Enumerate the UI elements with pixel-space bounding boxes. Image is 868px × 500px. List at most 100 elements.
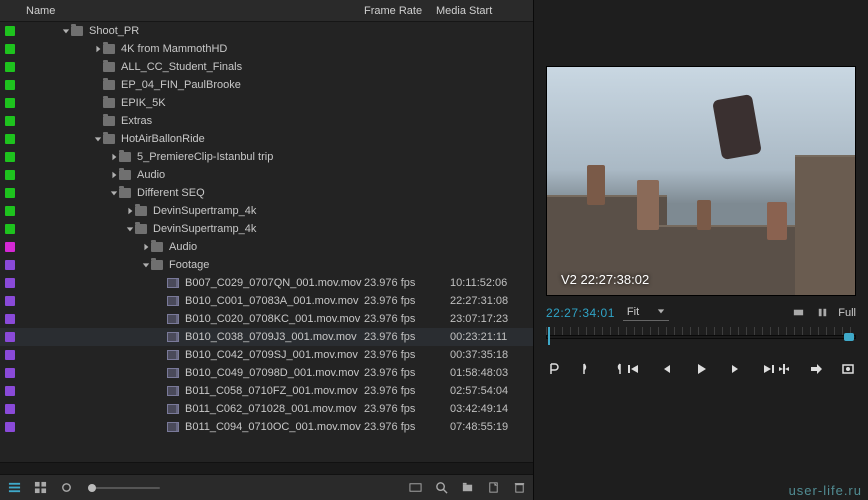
insert-button[interactable] — [776, 361, 792, 377]
search-icon[interactable] — [433, 480, 449, 496]
label-color-chip[interactable] — [5, 26, 15, 36]
clip-row[interactable]: B010_C020_0708KC_001.mov.mov23.976 fps23… — [0, 310, 533, 328]
clip-row[interactable]: B010_C042_0709SJ_001.mov.mov23.976 fps00… — [0, 346, 533, 364]
column-header-mediastart[interactable]: Media Start — [436, 5, 516, 17]
play-button[interactable] — [693, 361, 709, 377]
disclosure-arrow-icon[interactable] — [109, 152, 119, 162]
bin-row[interactable]: Extras — [0, 112, 533, 130]
label-color-chip[interactable] — [5, 386, 15, 396]
bin-row[interactable]: 4K from MammothHD — [0, 40, 533, 58]
label-color-chip[interactable] — [5, 188, 15, 198]
playback-resolution[interactable]: Full — [838, 307, 856, 319]
label-color-chip[interactable] — [5, 422, 15, 432]
label-color-chip[interactable] — [5, 350, 15, 360]
settings-icon[interactable] — [790, 305, 806, 321]
clip-row[interactable]: B011_C058_0710FZ_001.mov.mov23.976 fps02… — [0, 382, 533, 400]
mini-timeline[interactable] — [546, 327, 856, 349]
out-point-icon[interactable] — [844, 333, 854, 341]
label-color-chip[interactable] — [5, 206, 15, 216]
zoom-slider[interactable] — [88, 487, 160, 489]
disclosure-arrow-icon[interactable] — [93, 134, 103, 144]
clip-row[interactable]: B011_C062_071028_001.mov.mov23.976 fps03… — [0, 400, 533, 418]
bin-row[interactable]: 5_PremiereClip-Istanbul trip — [0, 148, 533, 166]
bin-row[interactable]: Shoot_PR — [0, 22, 533, 40]
label-color-chip[interactable] — [5, 224, 15, 234]
disclosure-placeholder — [157, 368, 167, 378]
disclosure-placeholder — [157, 350, 167, 360]
clip-icon — [167, 368, 179, 378]
label-color-chip[interactable] — [5, 152, 15, 162]
output-icon[interactable] — [814, 305, 830, 321]
new-item-icon[interactable] — [485, 480, 501, 496]
clip-row[interactable]: B007_C029_0707QN_001.mov.mov23.976 fps10… — [0, 274, 533, 292]
label-color-chip[interactable] — [5, 332, 15, 342]
bin-row[interactable]: Audio — [0, 166, 533, 184]
bin-row[interactable]: Footage — [0, 256, 533, 274]
horizontal-scrollbar[interactable] — [0, 462, 533, 474]
label-color-chip[interactable] — [5, 278, 15, 288]
column-header-name[interactable]: Name — [26, 5, 364, 17]
row-label: Shoot_PR — [89, 25, 139, 37]
export-frame-button[interactable] — [840, 361, 856, 377]
playhead-timecode[interactable]: 22:27:34:01 — [546, 306, 615, 320]
label-color-chip[interactable] — [5, 80, 15, 90]
disclosure-arrow-icon[interactable] — [109, 170, 119, 180]
playhead-icon[interactable] — [548, 327, 550, 345]
delete-icon[interactable] — [511, 480, 527, 496]
column-header-framerate[interactable]: Frame Rate — [364, 5, 436, 17]
bin-row[interactable]: ALL_CC_Student_Finals — [0, 58, 533, 76]
label-color-chip[interactable] — [5, 116, 15, 126]
row-mediastart: 22:27:31:08 — [450, 295, 508, 307]
disclosure-placeholder — [157, 278, 167, 288]
row-label: Audio — [137, 169, 165, 181]
label-color-chip[interactable] — [5, 404, 15, 414]
go-to-in-button[interactable] — [625, 361, 641, 377]
clip-row[interactable]: B010_C038_0709J3_001.mov.mov23.976 fps00… — [0, 328, 533, 346]
disclosure-arrow-icon[interactable] — [93, 44, 103, 54]
clip-row[interactable]: B010_C001_07083A_001.mov.mov23.976 fps22… — [0, 292, 533, 310]
mark-out-icon[interactable] — [610, 361, 626, 377]
row-label: B010_C020_0708KC_001.mov.mov — [185, 313, 360, 325]
label-color-chip[interactable] — [5, 260, 15, 270]
label-color-chip[interactable] — [5, 62, 15, 72]
disclosure-arrow-icon[interactable] — [61, 26, 71, 36]
disclosure-arrow-icon[interactable] — [141, 242, 151, 252]
bin-row[interactable]: EPIK_5K — [0, 94, 533, 112]
row-label: B010_C038_0709J3_001.mov.mov — [185, 331, 357, 343]
step-forward-button[interactable] — [727, 361, 743, 377]
label-color-chip[interactable] — [5, 296, 15, 306]
clip-row[interactable]: B011_C094_0710OC_001.mov.mov23.976 fps07… — [0, 418, 533, 436]
label-color-chip[interactable] — [5, 242, 15, 252]
zoom-fit-dropdown[interactable]: Fit — [623, 304, 669, 321]
bin-row[interactable]: EP_04_FIN_PaulBrooke — [0, 76, 533, 94]
overwrite-button[interactable] — [808, 361, 824, 377]
mark-in-button[interactable] — [546, 361, 562, 377]
project-tree[interactable]: Shoot_PR 4K from MammothHDALL_CC_Student_… — [0, 22, 533, 462]
label-color-chip[interactable] — [5, 314, 15, 324]
automate-to-sequence-icon[interactable] — [407, 480, 423, 496]
freeform-view-icon[interactable] — [58, 480, 74, 496]
disclosure-arrow-icon[interactable] — [125, 206, 135, 216]
label-color-chip[interactable] — [5, 368, 15, 378]
icon-view-icon[interactable] — [32, 480, 48, 496]
label-color-chip[interactable] — [5, 170, 15, 180]
mark-in-icon[interactable] — [578, 361, 594, 377]
list-view-icon[interactable] — [6, 480, 22, 496]
bin-row[interactable]: DevinSupertramp_4k — [0, 202, 533, 220]
step-back-button[interactable] — [659, 361, 675, 377]
preview-viewport[interactable]: V2 22:27:38:02 — [546, 66, 856, 296]
go-to-out-button[interactable] — [761, 361, 777, 377]
disclosure-arrow-icon[interactable] — [141, 260, 151, 270]
label-color-chip[interactable] — [5, 44, 15, 54]
bin-row[interactable]: DevinSupertramp_4k — [0, 220, 533, 238]
bin-row[interactable]: HotAirBallonRide — [0, 130, 533, 148]
disclosure-arrow-icon[interactable] — [109, 188, 119, 198]
zoom-slider-thumb[interactable] — [88, 484, 96, 492]
disclosure-arrow-icon[interactable] — [125, 224, 135, 234]
bin-row[interactable]: Different SEQ — [0, 184, 533, 202]
bin-row[interactable]: Audio — [0, 238, 533, 256]
label-color-chip[interactable] — [5, 134, 15, 144]
new-bin-icon[interactable] — [459, 480, 475, 496]
clip-row[interactable]: B010_C049_07098D_001.mov.mov23.976 fps01… — [0, 364, 533, 382]
label-color-chip[interactable] — [5, 98, 15, 108]
